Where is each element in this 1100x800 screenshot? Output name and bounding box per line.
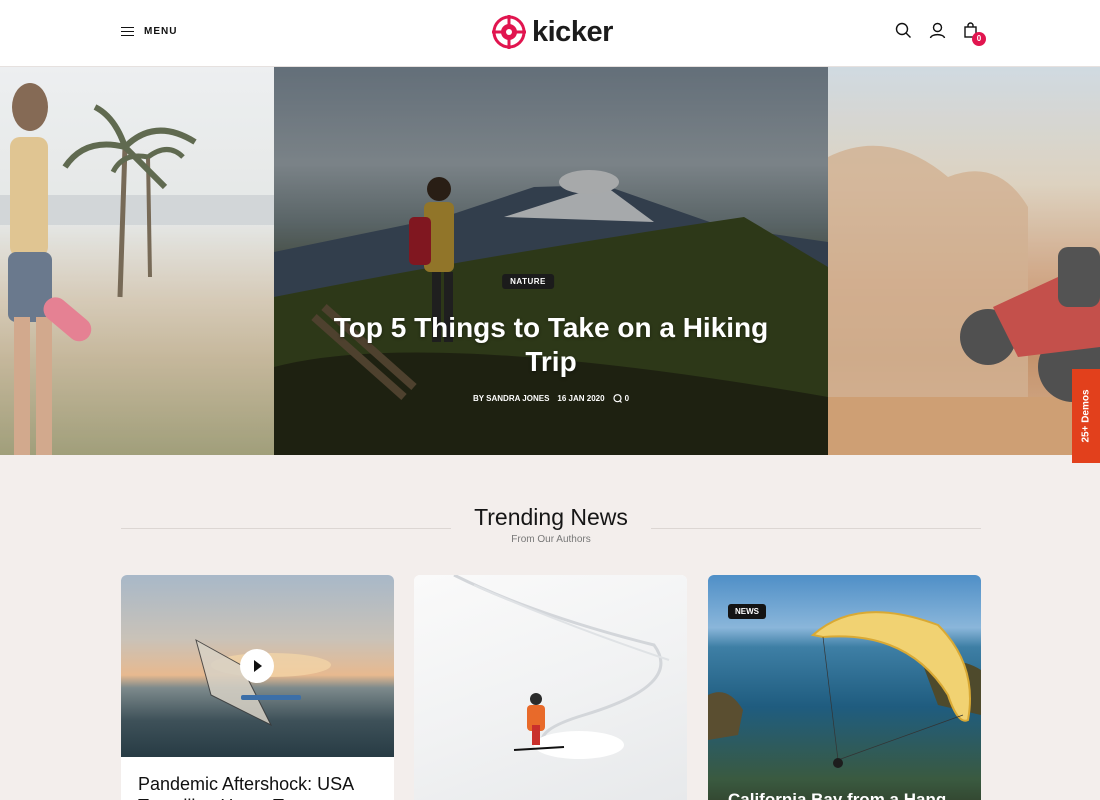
- demos-tab[interactable]: 25+ Demos: [1072, 369, 1100, 463]
- article-card[interactable]: Pandemic Aftershock: USA Travelling Hour…: [121, 575, 394, 800]
- menu-label: MENU: [144, 26, 178, 37]
- hamburger-icon: [121, 26, 134, 37]
- logo-mark-icon: [492, 15, 526, 49]
- search-icon[interactable]: [895, 22, 912, 39]
- slide-next[interactable]: [828, 67, 1100, 455]
- cart-count-badge: 0: [972, 32, 986, 46]
- trending-section-header: Trending News From Our Authors: [121, 504, 981, 554]
- slide-prev[interactable]: [0, 67, 274, 455]
- play-video-button[interactable]: [240, 649, 274, 683]
- hero-slider: NATURE Top 5 Things to Take on a Hiking …: [0, 67, 1100, 455]
- post-date: 16 JAN 2020: [557, 394, 605, 403]
- article-card[interactable]: NEWS California Bay from a Hang: [708, 575, 981, 800]
- header-actions: 0: [895, 22, 986, 46]
- slide-active[interactable]: NATURE Top 5 Things to Take on a Hiking …: [274, 67, 828, 455]
- article-title[interactable]: Pandemic Aftershock: USA Travelling Hour…: [138, 773, 383, 800]
- site-header: MENU kicker 0: [0, 0, 1100, 67]
- user-icon[interactable]: [929, 22, 946, 39]
- demos-tab-label: 25+ Demos: [1080, 389, 1092, 443]
- section-title: Trending News: [474, 504, 628, 530]
- site-logo[interactable]: kicker: [492, 15, 613, 49]
- section-subtitle: From Our Authors: [511, 534, 591, 545]
- logo-text: kicker: [532, 15, 613, 48]
- post-meta: BY SANDRA JONES 16 JAN 2020 0: [274, 394, 828, 403]
- comment-icon: [612, 394, 622, 403]
- comments-count-value: 0: [624, 394, 630, 403]
- article-title[interactable]: California Bay from a Hang: [728, 789, 973, 800]
- hero-title[interactable]: Top 5 Things to Take on a Hiking Trip: [314, 311, 788, 379]
- skier-drawing: [453, 575, 670, 759]
- comments-count[interactable]: 0: [612, 394, 630, 403]
- cart-button[interactable]: 0: [963, 22, 986, 46]
- article-card[interactable]: [414, 575, 687, 800]
- category-tag[interactable]: NATURE: [502, 274, 554, 289]
- post-author[interactable]: BY SANDRA JONES: [473, 394, 549, 403]
- news-badge[interactable]: NEWS: [728, 604, 766, 619]
- menu-button[interactable]: MENU: [121, 26, 177, 37]
- skier-image: [414, 575, 687, 800]
